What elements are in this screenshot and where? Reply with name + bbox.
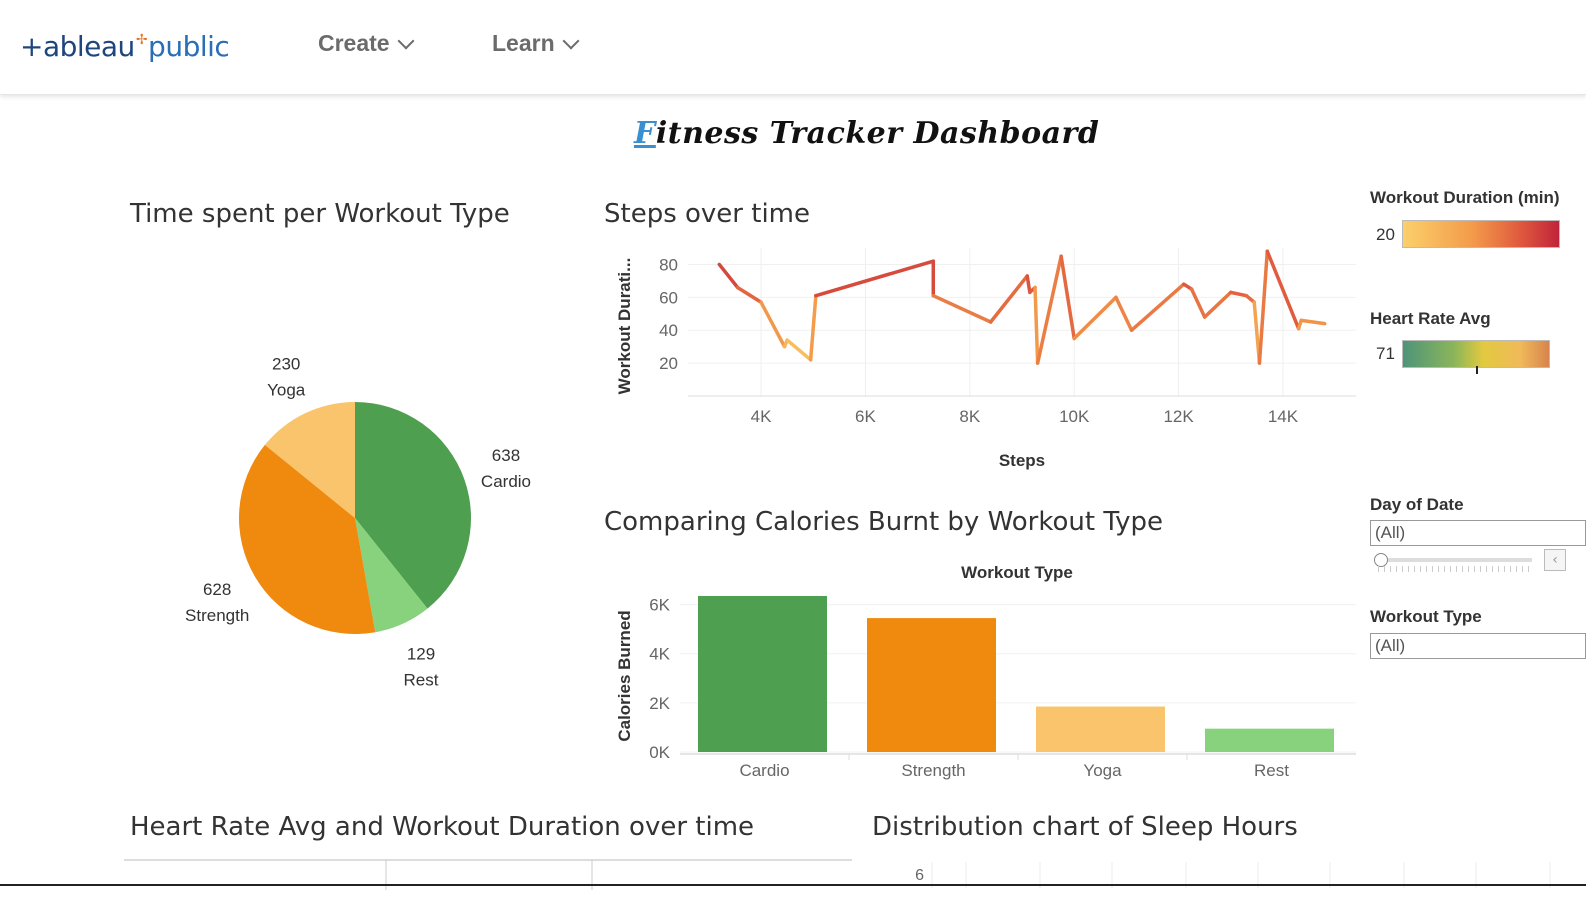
bar-category-label: Strength <box>901 761 965 780</box>
line-series-segment <box>1035 254 1063 365</box>
heart-legend-title: Heart Rate Avg <box>1370 309 1491 328</box>
tableau-public-logo[interactable]: +ableau✢public <box>20 24 230 68</box>
line-x-tick: 6K <box>855 407 876 426</box>
line-series-segment <box>1129 282 1186 332</box>
pie-chart-title: Time spent per Workout Type <box>130 199 510 229</box>
bar-y-tick: 6K <box>649 596 670 615</box>
duration-legend-min: 20 <box>1376 225 1395 244</box>
pie-category-label: Yoga <box>267 381 306 400</box>
day-filter-dropdown[interactable]: (All) <box>1370 520 1586 546</box>
line-series-segment <box>1229 290 1249 298</box>
steps-line-chart[interactable]: 4K 6K 8K 10K 12K 14K 20 40 60 80 Steps Workout Dura… <box>600 240 1370 480</box>
line-y-tick: 60 <box>659 288 678 307</box>
line-series-segment <box>1299 318 1327 326</box>
type-filter-title: Workout Type <box>1370 607 1482 626</box>
bar-y-tick: 0K <box>649 743 670 762</box>
bar-category-label: Cardio <box>739 761 789 780</box>
tableau-plus-icon: ✢ <box>135 31 148 48</box>
line-series-segment <box>1114 295 1134 332</box>
pie-category-label: Rest <box>404 671 439 690</box>
day-slider-track[interactable] <box>1378 558 1532 562</box>
line-x-axis-label: Steps <box>999 451 1045 470</box>
line-x-tick: 4K <box>751 407 772 426</box>
bar-x-axis-label: Workout Type <box>961 563 1073 582</box>
bar-category-label: Yoga <box>1083 761 1122 780</box>
dashboard-title-initial: F <box>634 116 656 151</box>
line-series-segment <box>759 300 787 349</box>
bar-y-axis-label: Calories Burned <box>615 610 634 741</box>
bar-category-label: Rest <box>1254 761 1289 780</box>
pie-value-label: 638 <box>492 446 520 465</box>
bar-chart-title: Comparing Calories Burnt by Workout Type <box>604 507 1164 537</box>
type-filter-dropdown[interactable]: (All) <box>1370 633 1586 659</box>
line-x-tick: 12K <box>1163 407 1194 426</box>
pie-value-label: 129 <box>407 645 435 664</box>
pie-category-label: Cardio <box>481 472 531 491</box>
sleep-chart-title: Distribution chart of Sleep Hours <box>872 812 1298 842</box>
nav-learn[interactable]: Learn <box>492 30 580 57</box>
heart-color-legend <box>1402 340 1550 368</box>
pie-value-label: 230 <box>272 355 300 374</box>
chevron-left-icon[interactable]: ‹ <box>1544 549 1566 571</box>
pie-category-label: Strength <box>185 606 249 625</box>
bar-strength <box>867 618 996 752</box>
line-series-segment <box>1257 249 1270 365</box>
chevron-down-icon <box>562 32 580 49</box>
window-bottom-border <box>0 884 1586 886</box>
bar-y-tick: 4K <box>649 645 670 664</box>
bar-y-tick: 2K <box>649 694 670 713</box>
day-filter-title: Day of Date <box>1370 495 1464 514</box>
line-series-segment <box>1033 285 1040 365</box>
nav-learn-label: Learn <box>492 30 555 56</box>
line-y-tick: 40 <box>659 321 678 340</box>
line-series-segment <box>814 259 936 298</box>
line-series-segment <box>1202 290 1233 319</box>
dashboard-title: Fitness Tracker Dashboard <box>634 116 1099 151</box>
nav-create-label: Create <box>318 30 390 56</box>
line-y-tick: 80 <box>659 255 678 274</box>
top-navigation-bar: +ableau✢public Create Learn <box>0 0 1586 95</box>
line-y-axis-label: Workout Durati... <box>615 258 634 395</box>
line-y-tick: 20 <box>659 354 678 373</box>
bar-yoga <box>1036 706 1165 752</box>
duration-color-legend <box>1402 220 1560 248</box>
heart-legend-marker <box>1476 366 1478 374</box>
line-chart-title: Steps over time <box>604 199 810 229</box>
sleep-axis-tick: 6 <box>915 867 924 884</box>
line-series-segment <box>717 262 740 290</box>
line-series-segment <box>988 274 1029 324</box>
duration-legend-title: Workout Duration (min) <box>1370 188 1560 207</box>
line-x-tick: 10K <box>1059 407 1090 426</box>
pie-value-label: 628 <box>203 580 231 599</box>
logo-text: +ableau✢public <box>20 29 230 63</box>
calories-bar-chart[interactable]: Workout Type 0K 2K 4K 6K Calories Burned Cardi… <box>600 556 1370 792</box>
heart-rate-chart-title: Heart Rate Avg and Workout Duration over… <box>130 812 755 842</box>
line-x-tick: 8K <box>959 407 980 426</box>
line-series-segment <box>735 285 763 305</box>
nav-create[interactable]: Create <box>318 30 415 57</box>
day-slider-ticks <box>1378 566 1532 572</box>
heart-legend-min: 71 <box>1376 344 1395 363</box>
line-x-tick: 14K <box>1268 407 1299 426</box>
day-slider-handle[interactable] <box>1374 553 1388 567</box>
line-series-segment <box>1072 295 1118 341</box>
line-series-segment <box>785 338 813 362</box>
line-series-segment <box>1189 287 1207 319</box>
bar-cardio <box>698 595 827 752</box>
line-series-segment <box>931 293 993 324</box>
line-series-segment <box>808 293 818 362</box>
chevron-down-icon <box>397 32 415 49</box>
dashboard-title-rest: itness Tracker Dashboard <box>655 116 1100 151</box>
line-series-segment <box>1025 274 1032 295</box>
bar-rest <box>1205 728 1334 752</box>
pie-chart[interactable]: 638 Cardio 129 Rest 628 Strength 230 Yoga <box>120 240 590 710</box>
